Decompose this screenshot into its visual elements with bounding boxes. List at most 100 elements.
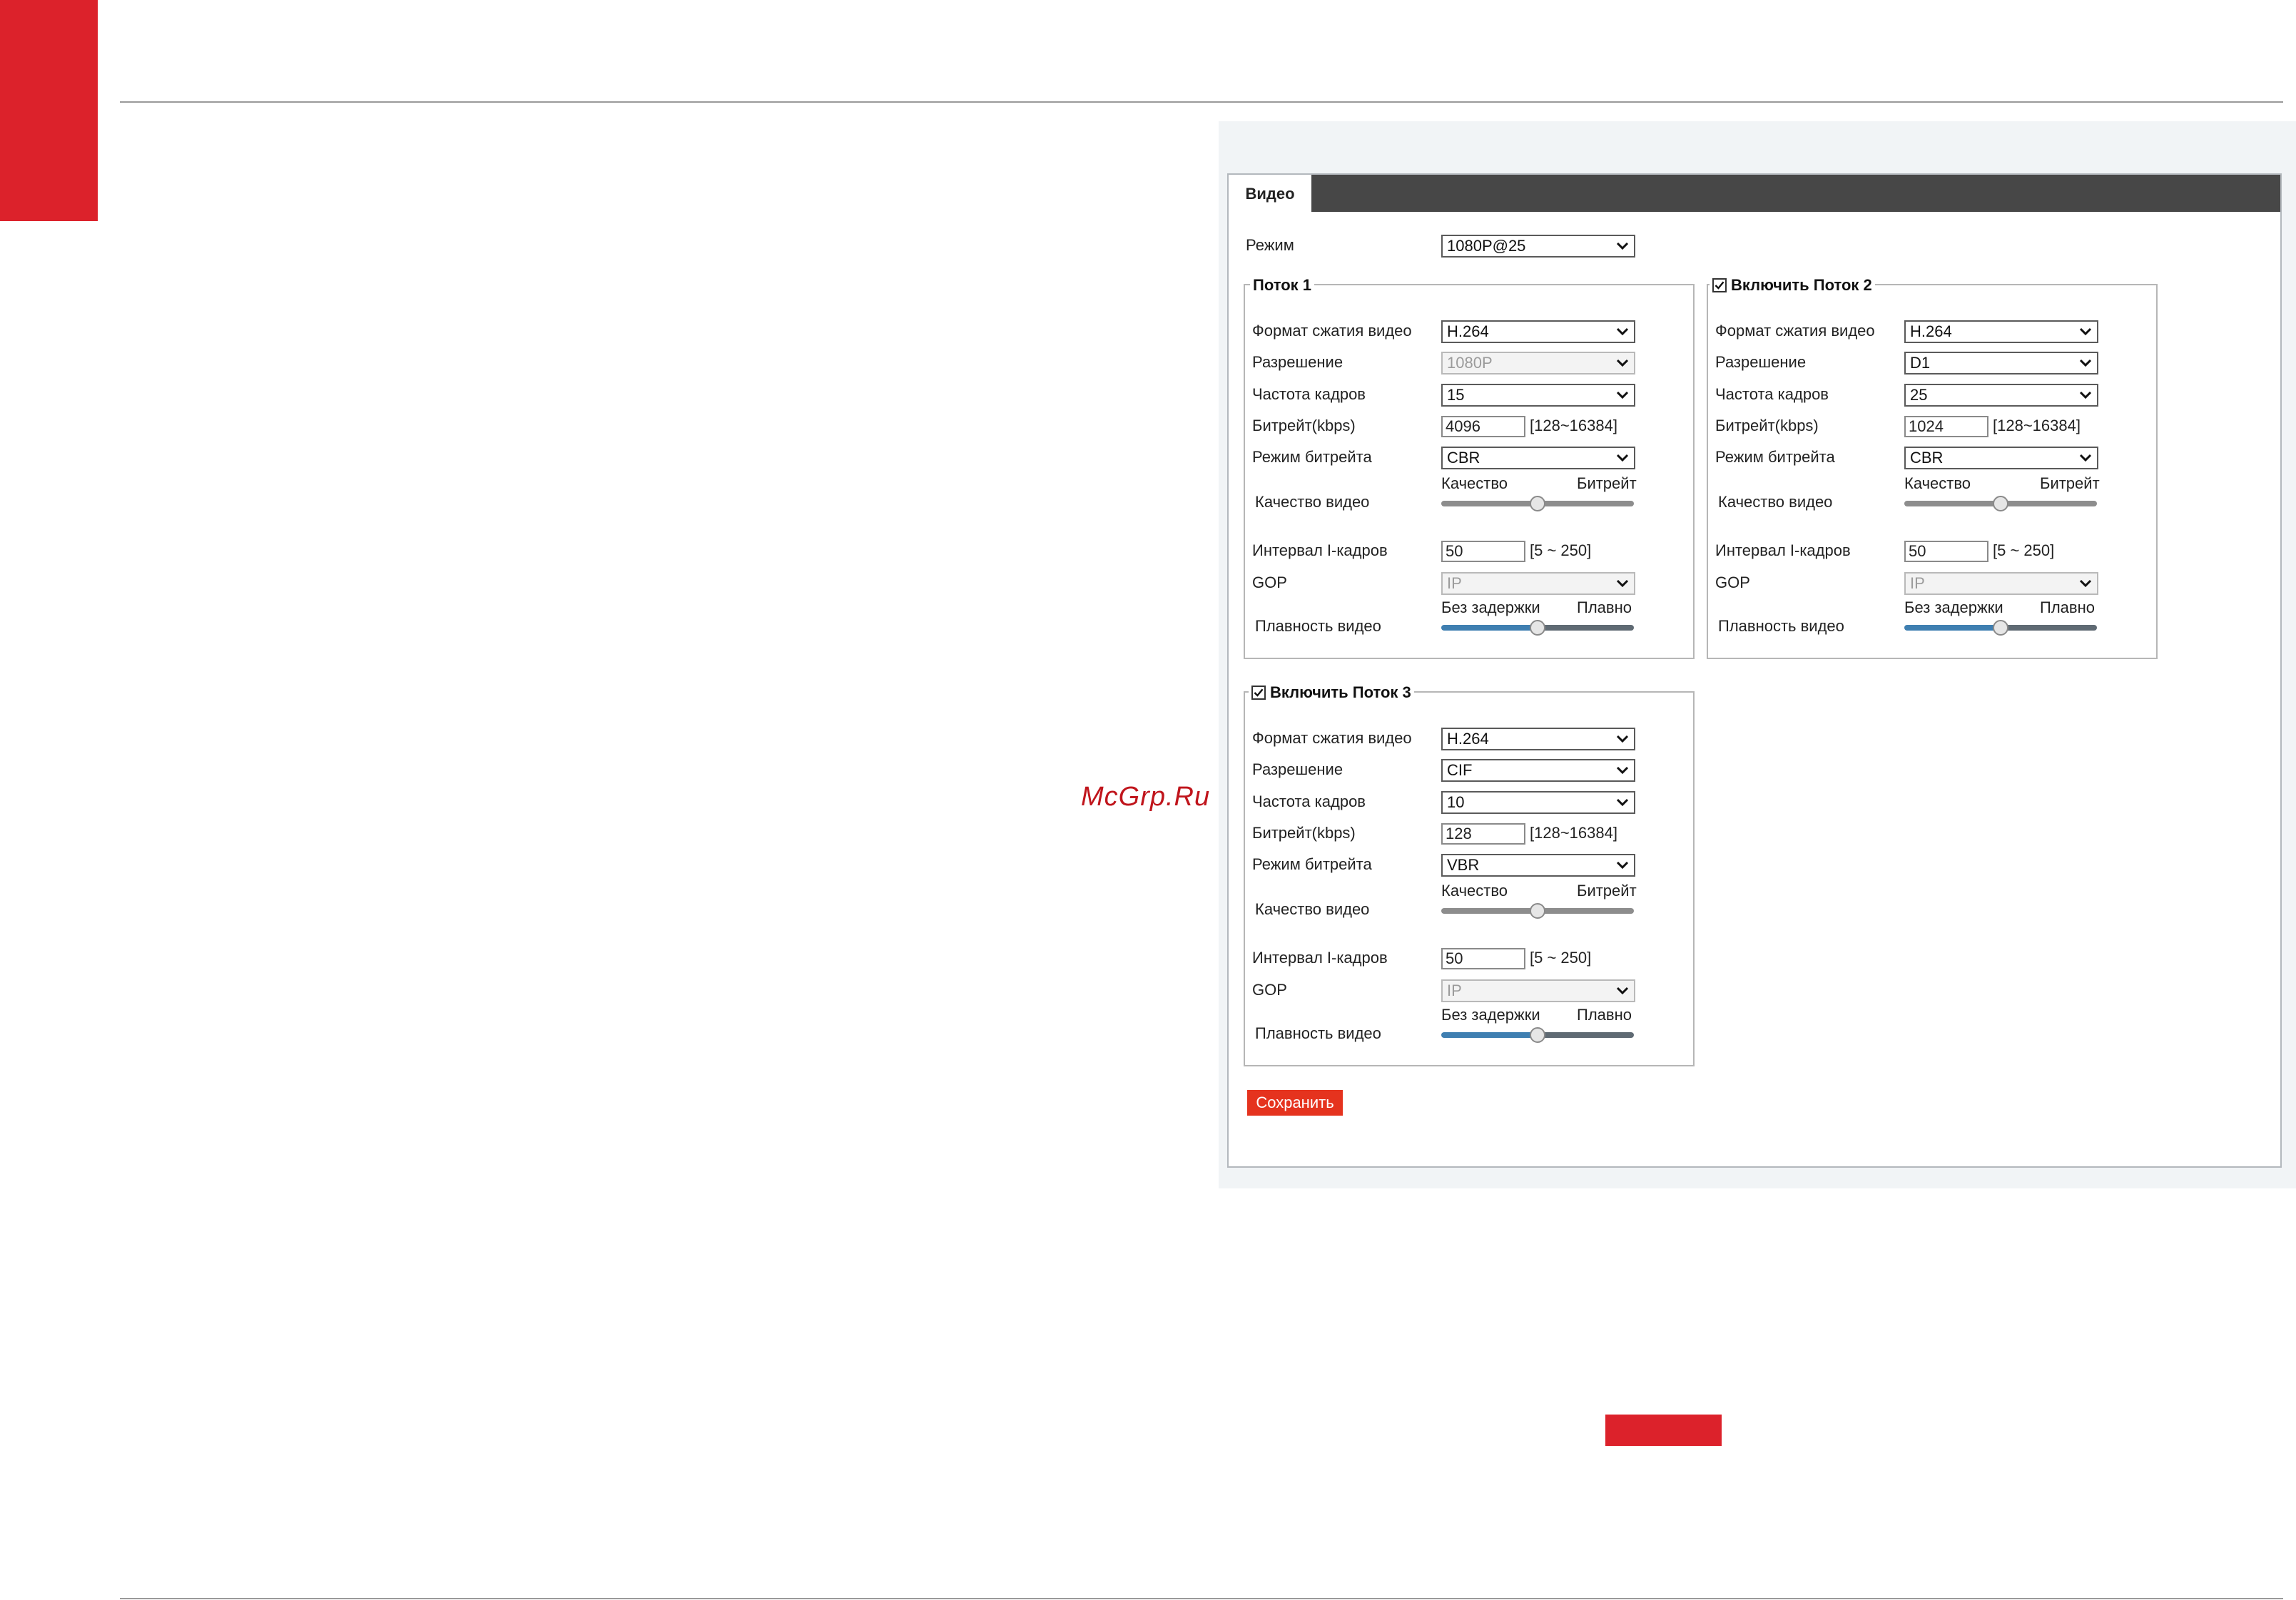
bottom-divider [120,1598,2283,1599]
stream3-resolution-select-value: CIF [1447,761,1473,779]
stream3-smoothness-slider-knob[interactable] [1530,1027,1545,1043]
mode-select[interactable]: 1080P@25 [1441,235,1635,258]
stream2-quality-slider-right-label: Битрейт [2040,474,2100,492]
stream1-bitrate-mode-select[interactable]: CBR [1441,447,1635,469]
stream1-quality-slider-left-label: Качество [1441,474,1508,492]
stream1-smoothness-slider-knob[interactable] [1530,620,1545,636]
stream2-gop-label: GOP [1715,574,1750,591]
stream1-gop-label: GOP [1252,574,1287,591]
stream3-resolution-select[interactable]: CIF [1441,759,1635,782]
stream1-quality-slider-right-label: Битрейт [1577,474,1637,492]
stream3-framerate-select[interactable]: 10 [1441,791,1635,814]
chevron-down-icon [1616,861,1629,870]
chevron-down-icon [2079,579,2092,588]
stream1-bitrate-range: [128~16384] [1530,417,1617,434]
stream2-gop-select-value: IP [1910,574,1925,592]
stream1-iframe-label: Интервал I-кадров [1252,541,1388,559]
stream3-bitrate-input[interactable]: 128 [1441,823,1525,845]
stream2-iframe-range: [5 ~ 250] [1993,541,2055,559]
stream2-quality-label: Качество видео [1718,493,1833,511]
stream2-bitrate-input[interactable]: 1024 [1904,416,1988,437]
stream1-quality-label: Качество видео [1255,493,1370,511]
stream3-iframe-input[interactable]: 50 [1441,948,1525,969]
chevron-down-icon [1616,454,1629,462]
stream2-codec-select[interactable]: H.264 [1904,320,2098,343]
stream2-quality-slider-left-label: Качество [1904,474,1971,492]
stream1-smoothness-label: Плавность видео [1255,617,1381,635]
save-button[interactable]: Сохранить [1247,1090,1343,1116]
stream3-iframe-range: [5 ~ 250] [1530,949,1592,967]
stream3-codec-select[interactable]: H.264 [1441,728,1635,750]
stream3-framerate-label: Частота кадров [1252,793,1366,810]
stream2-smoothness-slider-left-label: Без задержки [1904,598,2003,616]
stream2-iframe-input[interactable]: 50 [1904,541,1988,562]
stream2-resolution-select[interactable]: D1 [1904,352,2098,374]
stream2-smoothness-slider-right-label: Плавно [2040,598,2095,616]
top-divider [120,101,2283,103]
stream2-codec-label: Формат сжатия видео [1715,322,1875,340]
chevron-down-icon [1616,579,1629,588]
stream3-smoothness-slider-left-label: Без задержки [1441,1006,1540,1024]
stream1-smoothness-slider-left-label: Без задержки [1441,598,1540,616]
mode-value: 1080P@25 [1447,237,1526,255]
stream2-enable-checkbox[interactable] [1712,278,1727,292]
stream2-quality-slider-knob[interactable] [1993,496,2008,511]
stream3-title: Включить Поток 3 [1270,683,1411,701]
chevron-down-icon [1616,391,1629,399]
stream1-framerate-select-value: 15 [1447,386,1465,404]
stream2-framerate-select-value: 25 [1910,386,1928,404]
chevron-down-icon [2079,327,2092,336]
stream2-title: Включить Поток 2 [1731,276,1872,294]
stream1-gop-select: IP [1441,572,1635,595]
stream1-title: Поток 1 [1253,276,1311,294]
stream1-legend: Поток 1 [1250,275,1314,295]
chevron-down-icon [1616,359,1629,367]
checkmark-icon [1715,281,1724,290]
stream2-gop-select: IP [1904,572,2098,595]
stream1-gop-select-value: IP [1447,574,1462,592]
stream1-iframe-input[interactable]: 50 [1441,541,1525,562]
stream3-gop-label: GOP [1252,981,1287,999]
stream1-quality-slider-knob[interactable] [1530,496,1545,511]
stream1-resolution-select: 1080P [1441,352,1635,374]
stream1-resolution-select-value: 1080P [1447,354,1493,372]
stream3-bitrate-mode-select[interactable]: VBR [1441,854,1635,877]
stream1-framerate-select[interactable]: 15 [1441,384,1635,407]
stream2-smoothness-slider-knob[interactable] [1993,620,2008,636]
red-corner-block [0,0,98,221]
stream1-codec-select[interactable]: H.264 [1441,320,1635,343]
stream3-quality-slider-left-label: Качество [1441,882,1508,900]
stream1-iframe-range: [5 ~ 250] [1530,541,1592,559]
stream2-resolution-select-value: D1 [1910,354,1931,372]
stream2-framerate-label: Частота кадров [1715,385,1829,403]
tab-video[interactable]: Видео [1229,175,1311,213]
stream2-bitrate-mode-select[interactable]: CBR [1904,447,2098,469]
stream3-codec-label: Формат сжатия видео [1252,729,1412,747]
stream1-framerate-label: Частота кадров [1252,385,1366,403]
chevron-down-icon [1616,735,1629,743]
chevron-down-icon [1616,987,1629,995]
stream2-legend[interactable]: Включить Поток 2 [1710,275,1875,295]
chevron-down-icon [2079,359,2092,367]
chevron-down-icon [1616,766,1629,775]
stream3-resolution-label: Разрешение [1252,760,1343,778]
stream1-codec-select-value: H.264 [1447,322,1489,340]
tab-bar [1229,175,2280,212]
stream1-bitrate-label: Битрейт(kbps) [1252,417,1356,434]
stream3-bitrate-mode-select-value: VBR [1447,856,1480,874]
stream3-enable-checkbox[interactable] [1251,686,1266,700]
checkmark-icon [1254,688,1264,697]
stream3-codec-select-value: H.264 [1447,730,1489,748]
stream2-bitrate-mode-select-value: CBR [1910,449,1944,467]
stream3-smoothness-slider-right-label: Плавно [1577,1006,1632,1024]
stream2-framerate-select[interactable]: 25 [1904,384,2098,407]
stream3-bitrate-mode-label: Режим битрейта [1252,855,1372,873]
stream3-quality-slider-right-label: Битрейт [1577,882,1637,900]
stream2-iframe-label: Интервал I-кадров [1715,541,1851,559]
stream2-bitrate-range: [128~16384] [1993,417,2081,434]
stream1-resolution-label: Разрешение [1252,353,1343,371]
stream2-bitrate-label: Битрейт(kbps) [1715,417,1819,434]
stream3-quality-slider-knob[interactable] [1530,903,1545,919]
stream3-legend[interactable]: Включить Поток 3 [1249,683,1414,703]
stream1-bitrate-input[interactable]: 4096 [1441,416,1525,437]
